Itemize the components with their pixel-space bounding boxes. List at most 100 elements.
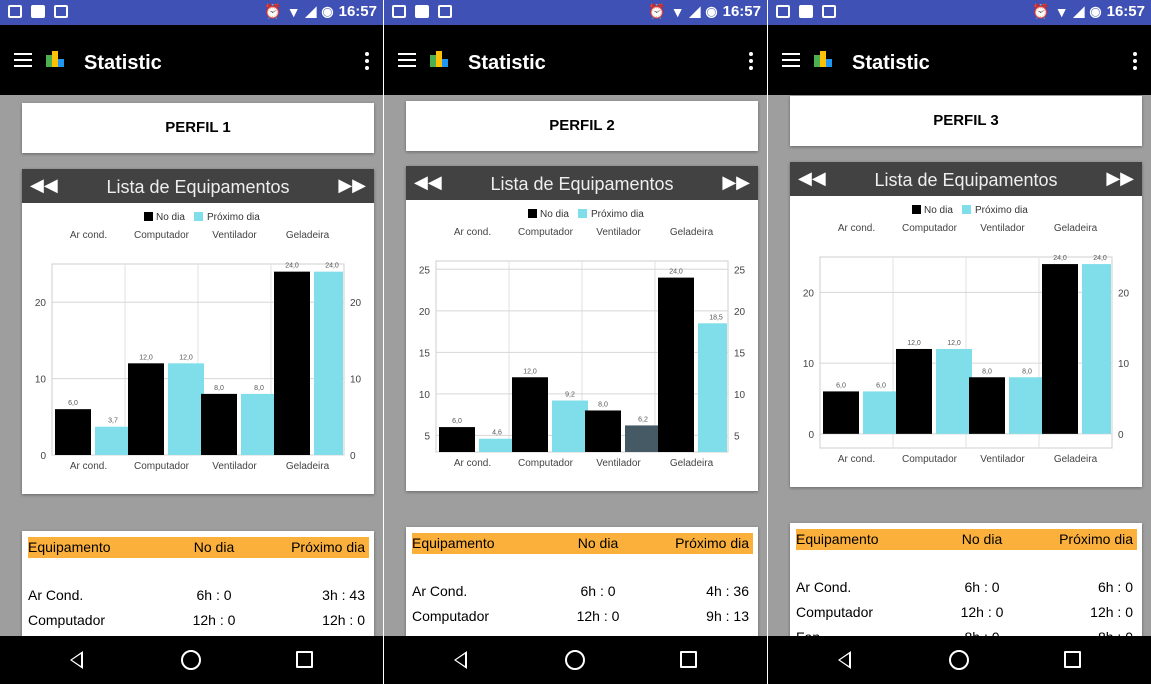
overflow-menu-icon[interactable] xyxy=(1133,52,1137,73)
gallery-notification-icon xyxy=(415,5,429,18)
battery-icon: ◉ xyxy=(705,3,718,19)
y-tick-label-left: 10 xyxy=(419,390,431,401)
legend-label-proximo-dia: Próximo dia xyxy=(975,205,1028,216)
legend-swatch-no-dia xyxy=(528,209,537,218)
profile-button[interactable]: PERFIL 3 xyxy=(790,96,1142,146)
chart-card: ◀◀ Lista de Equipamentos ▶▶ No dia Próxim… xyxy=(22,169,374,494)
signal-icon: ◢ xyxy=(1073,3,1085,19)
menu-icon[interactable] xyxy=(14,53,32,71)
legend-label-proximo-dia: Próximo dia xyxy=(207,212,260,223)
x-tick-label-top: Ar cond. xyxy=(454,227,491,238)
chart-title: Lista de Equipamentos xyxy=(874,170,1058,190)
y-tick-label-left: 0 xyxy=(40,451,46,462)
chart-title: Lista de Equipamentos xyxy=(106,177,290,197)
recent-apps-icon[interactable] xyxy=(1064,651,1081,668)
back-icon[interactable] xyxy=(838,651,851,669)
app-logo-icon xyxy=(430,51,448,69)
table-row: Ar Cond. 6h : 0 3h : 43 xyxy=(28,587,369,607)
profile-button[interactable]: PERFIL 2 xyxy=(406,101,758,151)
recent-apps-icon[interactable] xyxy=(680,651,697,668)
overflow-menu-icon[interactable] xyxy=(365,52,369,73)
bar-value-label: 8,0 xyxy=(1022,368,1032,375)
screen-1: ⏰ ▼ ◢ ◉ 16:57 Statistic PERFIL 1 ◀◀ List… xyxy=(0,0,383,684)
bar-value-label: 12,0 xyxy=(139,354,153,361)
bar-proximo-dia xyxy=(552,400,588,452)
next-chart-button[interactable]: ▶▶ xyxy=(1106,168,1134,189)
home-icon[interactable] xyxy=(181,650,201,670)
y-tick-label-right: 10 xyxy=(350,375,362,386)
android-notification-icon xyxy=(438,5,452,18)
header-no-dia: No dia xyxy=(961,531,1003,547)
y-tick-label-left: 25 xyxy=(419,265,431,276)
bar-proximo-dia xyxy=(95,426,131,455)
y-tick-label-left: 20 xyxy=(419,307,431,318)
next-chart-button[interactable]: ▶▶ xyxy=(338,175,366,196)
row-equipment: Computador xyxy=(796,604,874,620)
navigation-bar xyxy=(384,636,767,684)
header-equipamento: Equipamento xyxy=(796,531,879,547)
x-tick-label-bottom: Ar cond. xyxy=(454,458,491,469)
x-tick-label-top: Ventilador xyxy=(596,227,641,238)
bar-proximo-dia xyxy=(1082,264,1111,434)
overflow-menu-icon[interactable] xyxy=(749,52,753,73)
y-tick-label-right: 5 xyxy=(734,431,740,442)
chart-header: ◀◀ Lista de Equipamentos ▶▶ xyxy=(790,162,1142,196)
row-no-dia: 12h : 0 xyxy=(576,608,620,624)
y-tick-label-right: 15 xyxy=(734,348,746,359)
legend-label-no-dia: No dia xyxy=(924,205,953,216)
bar-no-dia xyxy=(585,410,621,452)
navigation-bar xyxy=(768,636,1151,684)
table-header: Equipamento No dia Próximo dia xyxy=(412,533,753,554)
bar-no-dia xyxy=(128,363,164,455)
bar-chart: No dia Próximo dia Ar cond. Ar cond. Computa… xyxy=(35,212,362,472)
image-notification-icon xyxy=(8,5,22,18)
profile-button[interactable]: PERFIL 1 xyxy=(22,103,374,153)
recent-apps-icon[interactable] xyxy=(296,651,313,668)
y-tick-label-left: 15 xyxy=(419,348,431,359)
header-no-dia: No dia xyxy=(193,539,235,555)
status-bar: ⏰ ▼ ◢ ◉ 16:57 xyxy=(384,0,767,25)
bar-value-label: 24,0 xyxy=(669,269,683,276)
bar-value-label: 8,0 xyxy=(598,401,608,408)
row-proximo-dia: 12h : 0 xyxy=(1090,604,1133,620)
menu-icon[interactable] xyxy=(782,53,800,71)
next-chart-button[interactable]: ▶▶ xyxy=(722,172,750,193)
chart-card: ◀◀ Lista de Equipamentos ▶▶ No dia Próxim… xyxy=(790,162,1142,487)
battery-icon: ◉ xyxy=(321,3,334,19)
y-tick-label-left: 5 xyxy=(424,431,430,442)
table-row: Computador 12h : 0 12h : 0 xyxy=(796,604,1137,624)
legend-swatch-no-dia xyxy=(912,205,921,214)
y-tick-label-right: 0 xyxy=(1118,430,1124,441)
x-tick-label-bottom: Ar cond. xyxy=(70,461,107,472)
android-notification-icon xyxy=(54,5,68,18)
x-tick-label-top: Ar cond. xyxy=(838,223,875,234)
home-icon[interactable] xyxy=(949,650,969,670)
header-equipamento: Equipamento xyxy=(28,539,111,555)
x-tick-label-bottom: Ventilador xyxy=(596,458,641,469)
x-tick-label-bottom: Ventilador xyxy=(212,461,257,472)
menu-icon[interactable] xyxy=(398,53,416,71)
bar-proximo-dia xyxy=(314,271,343,455)
table-header: Equipamento No dia Próximo dia xyxy=(28,537,369,558)
x-tick-label-bottom: Geladeira xyxy=(1054,454,1098,465)
chart-header: ◀◀ Lista de Equipamentos ▶▶ xyxy=(22,169,374,203)
header-proximo-dia: Próximo dia xyxy=(1059,531,1133,547)
home-icon[interactable] xyxy=(565,650,585,670)
bar-no-dia xyxy=(823,391,859,434)
bar-value-label: 6,0 xyxy=(876,382,886,389)
row-no-dia: 6h : 0 xyxy=(964,579,1000,595)
status-bar: ⏰ ▼ ◢ ◉ 16:57 xyxy=(768,0,1151,25)
row-no-dia: 12h : 0 xyxy=(192,612,236,628)
android-notification-icon xyxy=(822,5,836,18)
y-tick-label-left: 10 xyxy=(803,359,815,370)
bar-proximo-dia xyxy=(936,348,972,434)
x-tick-label-top: Geladeira xyxy=(670,227,714,238)
back-icon[interactable] xyxy=(454,651,467,669)
wifi-icon: ▼ xyxy=(1054,3,1069,20)
bar-value-label: 12,0 xyxy=(947,340,961,347)
bar-no-dia xyxy=(274,271,310,455)
row-proximo-dia: 12h : 0 xyxy=(322,612,365,628)
bar-chart: No dia Próximo dia Ar cond. Ar cond. Computa… xyxy=(803,205,1130,465)
back-icon[interactable] xyxy=(70,651,83,669)
x-tick-label-top: Computador xyxy=(518,227,574,238)
